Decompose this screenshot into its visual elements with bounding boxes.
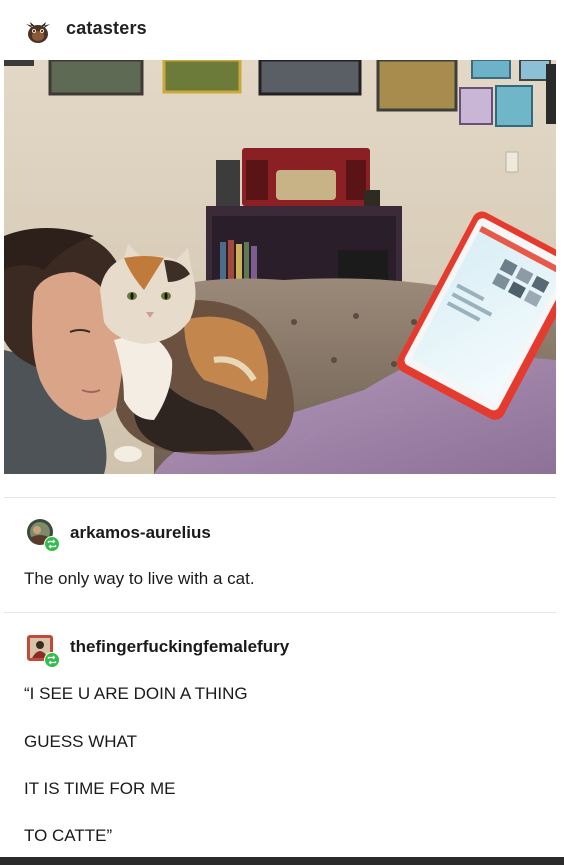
reblog-text-line: TO CATTE” — [24, 826, 113, 845]
user-avatar-icon[interactable] — [26, 634, 60, 668]
reblog-icon — [44, 652, 60, 668]
reblog-text-line: IT IS TIME FOR ME — [24, 779, 176, 798]
bat-creature-icon — [26, 22, 50, 43]
divider — [4, 612, 556, 613]
bottom-edge-bar — [0, 857, 564, 865]
photo-woman-with-cat-illustration — [4, 60, 556, 474]
reblog-entry: arkamos-aurelius The only way to live wi… — [0, 514, 564, 610]
divider — [4, 497, 556, 498]
blog-avatar[interactable] — [24, 18, 52, 46]
reblog-text-line: The only way to live with a cat. — [24, 569, 255, 588]
blog-name[interactable]: catasters — [66, 18, 147, 39]
post-photo — [4, 60, 556, 474]
reblog-icon — [44, 536, 60, 552]
reblog-text-line: GUESS WHAT — [24, 732, 138, 751]
reblog-entry: thefingerfuckingfemalefury “I SEE U ARE … — [0, 628, 564, 854]
reblog-username[interactable]: arkamos-aurelius — [70, 523, 211, 543]
user-avatar-icon[interactable] — [26, 518, 60, 552]
post-header: catasters — [0, 0, 564, 60]
reblog-text-line: “I SEE U ARE DOIN A THING — [24, 684, 248, 703]
reblog-username[interactable]: thefingerfuckingfemalefury — [70, 637, 289, 657]
